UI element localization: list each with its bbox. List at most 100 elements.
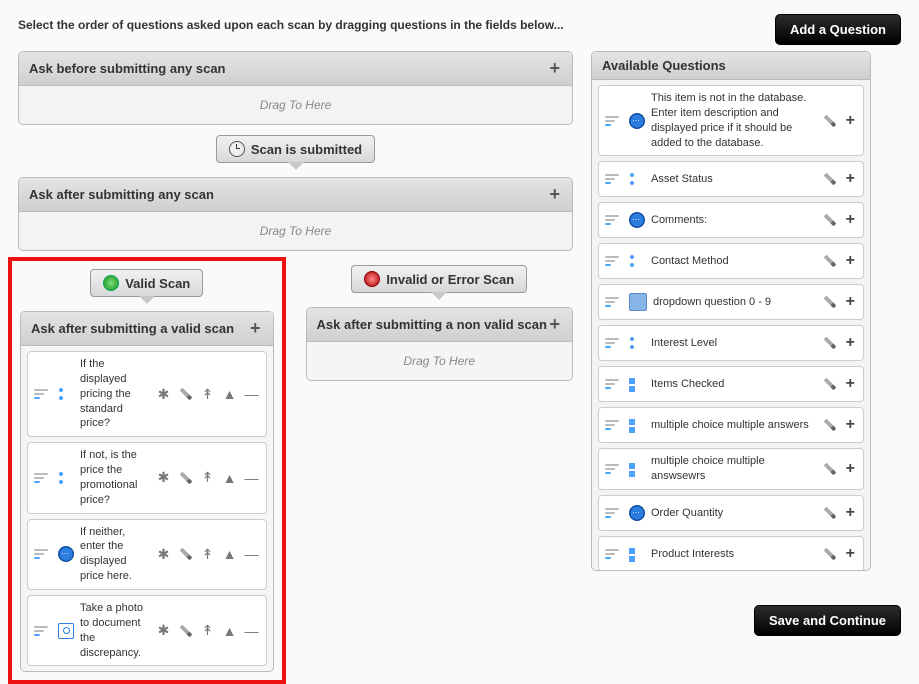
- valid-scan-highlight: Valid Scan Ask after submitting a valid …: [8, 257, 286, 684]
- zone-after-invalid-title: Ask after submitting a non valid scan: [317, 317, 547, 332]
- move-icon[interactable]: ↟: [200, 546, 216, 562]
- drag-handle-icon[interactable]: [605, 338, 623, 348]
- drag-handle-icon[interactable]: [34, 626, 52, 636]
- add-available-icon[interactable]: +: [844, 375, 857, 393]
- add-question-button[interactable]: Add a Question: [775, 14, 901, 45]
- available-question-item[interactable]: Asset Status +: [598, 161, 864, 197]
- edit-icon[interactable]: [174, 467, 197, 490]
- move-icon[interactable]: ↟: [200, 386, 216, 402]
- move-icon[interactable]: ↟: [200, 470, 216, 486]
- add-available-icon[interactable]: +: [844, 252, 857, 270]
- collapse-icon[interactable]: ▲: [222, 623, 238, 639]
- available-question-item[interactable]: Items Checked+: [598, 366, 864, 402]
- zone-after-any[interactable]: Ask after submitting any scan + Drag To …: [18, 177, 573, 251]
- edit-icon[interactable]: [818, 168, 841, 191]
- edit-icon[interactable]: [818, 502, 841, 525]
- drag-handle-icon[interactable]: [605, 256, 623, 266]
- zone-after-valid-title: Ask after submitting a valid scan: [31, 321, 234, 336]
- add-available-icon[interactable]: +: [844, 334, 857, 352]
- remove-icon[interactable]: —: [244, 623, 260, 639]
- edit-icon[interactable]: [174, 543, 197, 566]
- zone-after-valid[interactable]: Ask after submitting a valid scan + If t…: [20, 311, 274, 672]
- question-item[interactable]: If not, is the price the promotional pri…: [27, 442, 267, 513]
- add-available-icon[interactable]: +: [844, 416, 857, 434]
- edit-icon[interactable]: [174, 619, 197, 642]
- add-to-after-invalid-icon[interactable]: +: [547, 314, 562, 335]
- edit-icon[interactable]: [818, 543, 841, 566]
- radio-type-icon: [58, 386, 74, 402]
- clock-icon: [229, 141, 245, 157]
- drag-handle-icon[interactable]: [605, 116, 623, 126]
- available-question-item[interactable]: Interest Level+: [598, 325, 864, 361]
- available-question-item[interactable]: Contact Method+: [598, 243, 864, 279]
- drag-handle-icon[interactable]: [605, 379, 623, 389]
- add-to-after-valid-icon[interactable]: +: [248, 318, 263, 339]
- edit-icon[interactable]: [818, 332, 841, 355]
- add-available-icon[interactable]: +: [844, 460, 857, 478]
- drag-handle-icon[interactable]: [605, 464, 623, 474]
- available-question-item[interactable]: dropdown question 0 - 9+: [598, 284, 864, 320]
- collapse-icon[interactable]: ▲: [222, 386, 238, 402]
- scan-submitted-label: Scan is submitted: [251, 142, 362, 157]
- drag-handle-icon[interactable]: [605, 297, 623, 307]
- edit-icon[interactable]: [818, 291, 841, 314]
- available-question-label: Order Quantity: [651, 506, 816, 521]
- add-to-before-icon[interactable]: +: [547, 58, 562, 79]
- edit-icon[interactable]: [818, 109, 841, 132]
- add-to-after-any-icon[interactable]: +: [547, 184, 562, 205]
- drag-handle-icon[interactable]: [34, 473, 52, 483]
- question-item[interactable]: If neither, enter the displayed price he…: [27, 519, 267, 590]
- drag-handle-icon[interactable]: [605, 174, 623, 184]
- edit-icon[interactable]: [818, 250, 841, 273]
- zone-after-any-placeholder[interactable]: Drag To Here: [19, 212, 572, 250]
- available-question-item[interactable]: Order Quantity +: [598, 495, 864, 531]
- add-available-icon[interactable]: +: [844, 112, 857, 130]
- available-question-item[interactable]: multiple choice multiple answsewrs+: [598, 448, 864, 490]
- edit-icon[interactable]: [818, 209, 841, 232]
- remove-icon[interactable]: —: [244, 470, 260, 486]
- add-available-icon[interactable]: +: [844, 504, 857, 522]
- required-icon[interactable]: ✱: [156, 623, 172, 639]
- edit-icon[interactable]: [818, 414, 841, 437]
- required-icon[interactable]: ✱: [156, 470, 172, 486]
- add-available-icon[interactable]: +: [844, 293, 857, 311]
- question-item[interactable]: If the displayed pricing the standard pr…: [27, 351, 267, 437]
- collapse-icon[interactable]: ▲: [222, 546, 238, 562]
- drag-handle-icon[interactable]: [605, 508, 623, 518]
- available-question-item[interactable]: This item is not in the database. Enter …: [598, 85, 864, 156]
- move-icon[interactable]: ↟: [200, 623, 216, 639]
- available-question-item[interactable]: Comments:+: [598, 202, 864, 238]
- valid-scan-label: Valid Scan: [125, 276, 190, 291]
- drag-handle-icon[interactable]: [34, 389, 52, 399]
- remove-icon[interactable]: —: [244, 386, 260, 402]
- error-circle-icon: [364, 271, 380, 287]
- available-question-item[interactable]: Product Interests +: [598, 536, 864, 571]
- zone-after-invalid-placeholder[interactable]: Drag To Here: [307, 342, 573, 380]
- zone-after-invalid[interactable]: Ask after submitting a non valid scan + …: [306, 307, 574, 381]
- edit-icon[interactable]: [818, 373, 841, 396]
- edit-icon[interactable]: [818, 458, 841, 481]
- required-icon[interactable]: ✱: [156, 546, 172, 562]
- remove-icon[interactable]: —: [244, 546, 260, 562]
- add-available-icon[interactable]: +: [844, 545, 857, 563]
- add-available-icon[interactable]: +: [844, 170, 857, 188]
- zone-before-placeholder[interactable]: Drag To Here: [19, 86, 572, 124]
- available-question-label: Product Interests: [651, 547, 816, 562]
- available-question-label: multiple choice multiple answers: [651, 418, 816, 433]
- available-question-item[interactable]: multiple choice multiple answers +: [598, 407, 864, 443]
- drag-handle-icon[interactable]: [605, 215, 623, 225]
- add-available-icon[interactable]: +: [844, 211, 857, 229]
- edit-icon[interactable]: [174, 383, 197, 406]
- zone-before-scan[interactable]: Ask before submitting any scan + Drag To…: [18, 51, 573, 125]
- save-continue-button[interactable]: Save and Continue: [754, 605, 901, 636]
- drag-handle-icon[interactable]: [605, 420, 623, 430]
- drag-handle-icon[interactable]: [34, 549, 52, 559]
- question-item[interactable]: Take a photo to document the discrepancy…: [27, 595, 267, 666]
- required-icon[interactable]: ✱: [156, 386, 172, 402]
- available-question-label: Asset Status: [651, 172, 816, 187]
- check-type-icon: [629, 546, 645, 562]
- drag-handle-icon[interactable]: [605, 549, 623, 559]
- collapse-icon[interactable]: ▲: [222, 470, 238, 486]
- radio-type-icon: [58, 470, 74, 486]
- check-type-icon: [629, 376, 645, 392]
